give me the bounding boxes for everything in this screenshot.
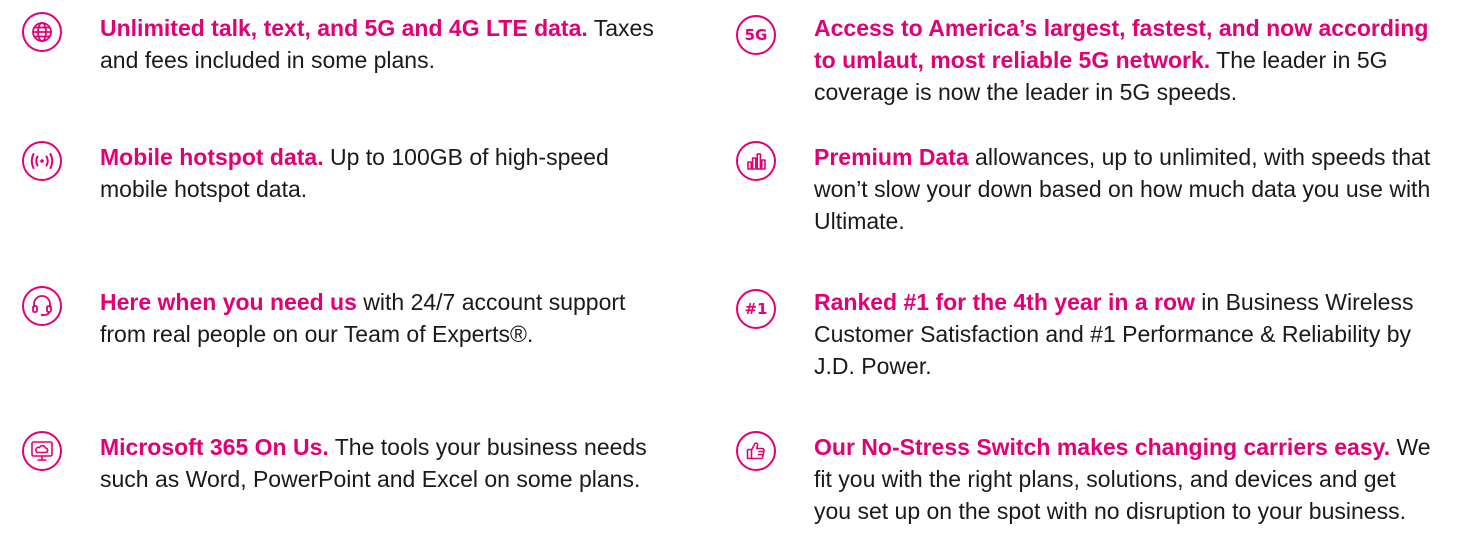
feature-text: Mobile hotspot data. Up to 100GB of high… — [100, 141, 660, 205]
cloud-monitor-icon — [22, 431, 62, 471]
feature-highlight: Premium Data — [814, 144, 969, 170]
feature-highlight: Unlimited talk, text, and 5G and 4G LTE … — [100, 15, 588, 41]
5g-icon-label: 5G — [744, 26, 768, 44]
features-grid: Unlimited talk, text, and 5G and 4G LTE … — [0, 0, 1477, 554]
feature-highlight: Our No-Stress Switch makes changing carr… — [814, 434, 1391, 460]
feature-highlight: Microsoft 365 On Us. — [100, 434, 329, 460]
feature-text: Ranked #1 for the 4th year in a row in B… — [814, 286, 1434, 382]
feature-text: Microsoft 365 On Us. The tools your busi… — [100, 431, 660, 495]
headset-icon — [22, 286, 62, 326]
globe-icon — [22, 12, 62, 52]
feature-highlight: Ranked #1 for the 4th year in a row — [814, 289, 1195, 315]
feature-text: Unlimited talk, text, and 5G and 4G LTE … — [100, 12, 660, 76]
feature-text: Premium Data allowances, up to unlimited… — [814, 141, 1434, 237]
feature-text: Here when you need us with 24/7 account … — [100, 286, 660, 350]
feature-highlight: Here when you need us — [100, 289, 357, 315]
number-one-icon: #1 — [736, 289, 776, 329]
number-one-icon-label: #1 — [744, 300, 768, 318]
feature-text: Our No-Stress Switch makes changing carr… — [814, 431, 1434, 527]
5g-icon: 5G — [736, 15, 776, 55]
hotspot-icon — [22, 141, 62, 181]
bar-chart-icon — [736, 141, 776, 181]
feature-text: Access to America’s largest, fastest, an… — [814, 12, 1434, 108]
feature-highlight: Mobile hotspot data. — [100, 144, 324, 170]
thumbs-up-icon — [736, 431, 776, 471]
